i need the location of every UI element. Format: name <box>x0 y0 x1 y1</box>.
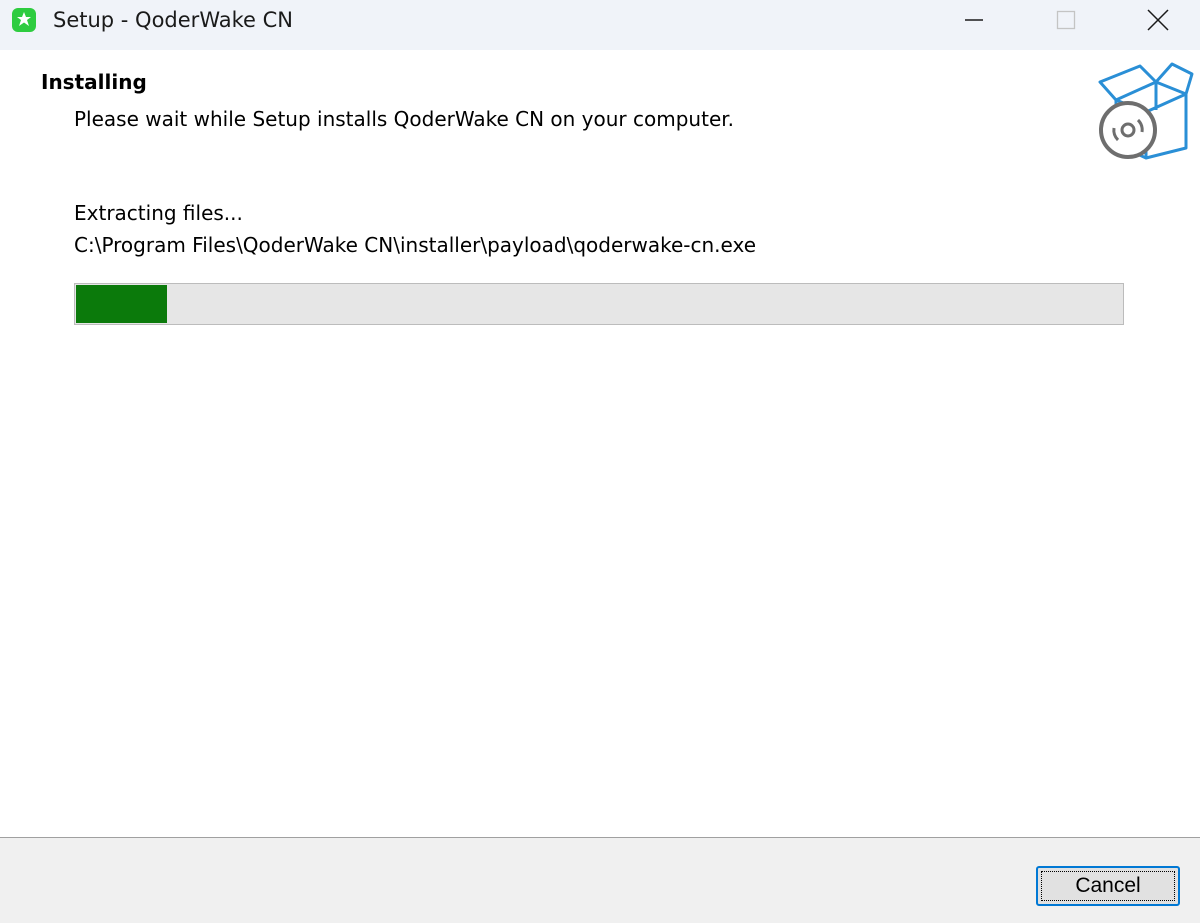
installer-window: Setup - QoderWake CN Installing Please w… <box>0 0 1200 923</box>
close-button[interactable] <box>1112 0 1200 40</box>
maximize-icon <box>1056 10 1076 30</box>
cancel-button-label: Cancel <box>1075 874 1141 897</box>
title-bar[interactable]: Setup - QoderWake CN <box>0 0 1200 50</box>
maximize-button <box>1020 0 1112 40</box>
button-bar: Cancel <box>0 837 1200 923</box>
cancel-button[interactable]: Cancel <box>1036 866 1180 906</box>
progress-fill <box>76 285 167 323</box>
app-logo-icon <box>12 8 36 32</box>
install-progress-bar <box>74 283 1124 325</box>
close-icon <box>1147 9 1169 31</box>
status-label: Extracting files... <box>74 201 243 225</box>
current-file-path: C:\Program Files\QoderWake CN\installer\… <box>74 233 757 257</box>
window-title: Setup - QoderWake CN <box>53 8 293 32</box>
page-description: Please wait while Setup installs QoderWa… <box>74 107 734 131</box>
minimize-button[interactable] <box>928 0 1020 40</box>
wizard-header: Installing Please wait while Setup insta… <box>0 50 1200 168</box>
page-title: Installing <box>41 70 147 94</box>
minimize-icon <box>965 19 983 21</box>
software-box-icon <box>1098 62 1194 160</box>
